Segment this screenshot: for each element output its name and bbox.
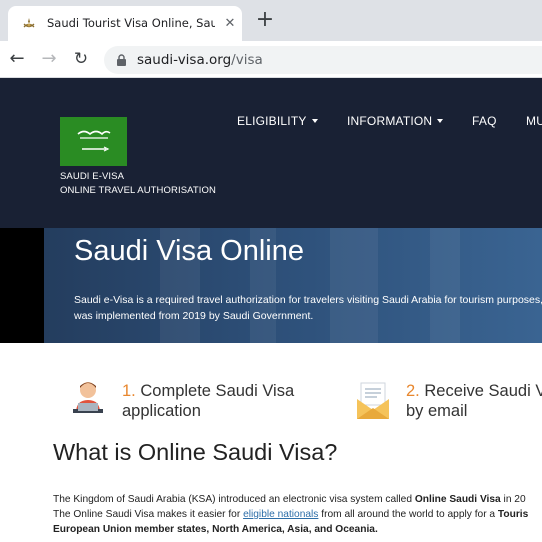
- address-bar[interactable]: saudi-visa.org/visa: [104, 46, 542, 74]
- saudi-flag-icon: [60, 117, 127, 166]
- brand-subtitle: ONLINE TRAVEL AUTHORISATION: [60, 185, 216, 196]
- nav-eligibility-label: ELIGIBILITY: [237, 114, 307, 128]
- text-span: from all around the world to apply for a: [318, 509, 498, 520]
- saudi-flag-logo[interactable]: [60, 117, 127, 166]
- site-header: SAUDI E-VISA ONLINE TRAVEL AUTHORISATION…: [0, 78, 542, 228]
- envelope-letter-icon: [357, 382, 389, 419]
- browser-toolbar: ← → ↻ saudi-visa.org/visa: [0, 41, 542, 78]
- tab-title: Saudi Tourist Visa Online, Saudi V: [47, 16, 215, 30]
- nav-information[interactable]: INFORMATION: [347, 114, 444, 128]
- tab-close-icon[interactable]: ✕: [222, 15, 238, 31]
- paragraph-line: The Online Saudi Visa makes it easier fo…: [53, 507, 542, 522]
- caret-down-icon: [437, 118, 444, 123]
- brand-title: SAUDI E-VISA: [60, 171, 125, 182]
- step-complete-application: 1. Complete Saudi Visa application: [122, 381, 294, 421]
- text-span: The Kingdom of Saudi Arabia (KSA) introd…: [53, 494, 415, 505]
- step-text: Receive Saudi V: [424, 382, 542, 400]
- text-span: The Online Saudi Visa makes it easier fo…: [53, 509, 244, 520]
- nav-eligibility[interactable]: ELIGIBILITY: [237, 114, 318, 128]
- person-at-laptop-icon: [73, 382, 103, 413]
- step-number: 1.: [122, 382, 136, 400]
- nav-faq[interactable]: FAQ: [472, 114, 497, 128]
- hero-description: Saudi e-Visa is a required travel author…: [74, 293, 542, 324]
- step-text: Complete Saudi Visa: [140, 382, 295, 400]
- url-path: /visa: [231, 52, 263, 68]
- paragraph-line: The Kingdom of Saudi Arabia (KSA) introd…: [53, 492, 542, 507]
- bold-text: European Union member states, North Amer…: [53, 524, 378, 535]
- hero-left-edge: [0, 228, 44, 343]
- step-text: by email: [406, 402, 468, 420]
- browser-window: Saudi Tourist Visa Online, Saudi V ✕ + ←…: [0, 0, 542, 542]
- nav-information-label: INFORMATION: [347, 114, 433, 128]
- reload-icon[interactable]: ↻: [71, 49, 91, 69]
- bold-text: Online Saudi Visa: [414, 494, 501, 505]
- back-arrow-icon[interactable]: ←: [7, 49, 27, 69]
- step-receive-email: 2. Receive Saudi V by email: [406, 381, 542, 421]
- section-title: What is Online Saudi Visa?: [53, 439, 338, 465]
- tab-strip: Saudi Tourist Visa Online, Saudi V ✕ +: [0, 0, 542, 41]
- main-content: 1. Complete Saudi Visa application 2. Re…: [0, 343, 542, 542]
- text-span: in 20: [500, 494, 526, 505]
- hero-text-line: was implemented from 2019 by Saudi Gover…: [74, 309, 314, 322]
- hero-decoration: [330, 228, 378, 343]
- nav-more-label: MU: [526, 114, 542, 128]
- url-host: saudi-visa.org: [137, 52, 232, 68]
- step-text: application: [122, 402, 201, 420]
- nav-faq-label: FAQ: [472, 114, 497, 128]
- hero-decoration: [430, 228, 460, 343]
- hero-title: Saudi Visa Online: [74, 235, 305, 267]
- new-tab-icon[interactable]: +: [254, 9, 276, 31]
- saudi-emblem-favicon-icon: [23, 18, 35, 28]
- lock-icon: [117, 54, 126, 66]
- hero-text-line: Saudi e-Visa is a required travel author…: [74, 294, 542, 306]
- url-text: saudi-visa.org/visa: [137, 52, 263, 68]
- browser-tab[interactable]: Saudi Tourist Visa Online, Saudi V ✕: [8, 6, 242, 41]
- forward-arrow-icon[interactable]: →: [39, 49, 59, 69]
- hero-banner: Saudi Visa Online Saudi e-Visa is a requ…: [0, 228, 542, 343]
- nav-more[interactable]: MU: [526, 114, 542, 128]
- caret-down-icon: [311, 118, 318, 123]
- intro-paragraph: The Kingdom of Saudi Arabia (KSA) introd…: [53, 492, 542, 537]
- bold-text: Touris: [497, 509, 529, 520]
- paragraph-line: European Union member states, North Amer…: [53, 522, 542, 537]
- eligible-nationals-link[interactable]: eligible nationals: [243, 509, 318, 520]
- step-number: 2.: [406, 382, 420, 400]
